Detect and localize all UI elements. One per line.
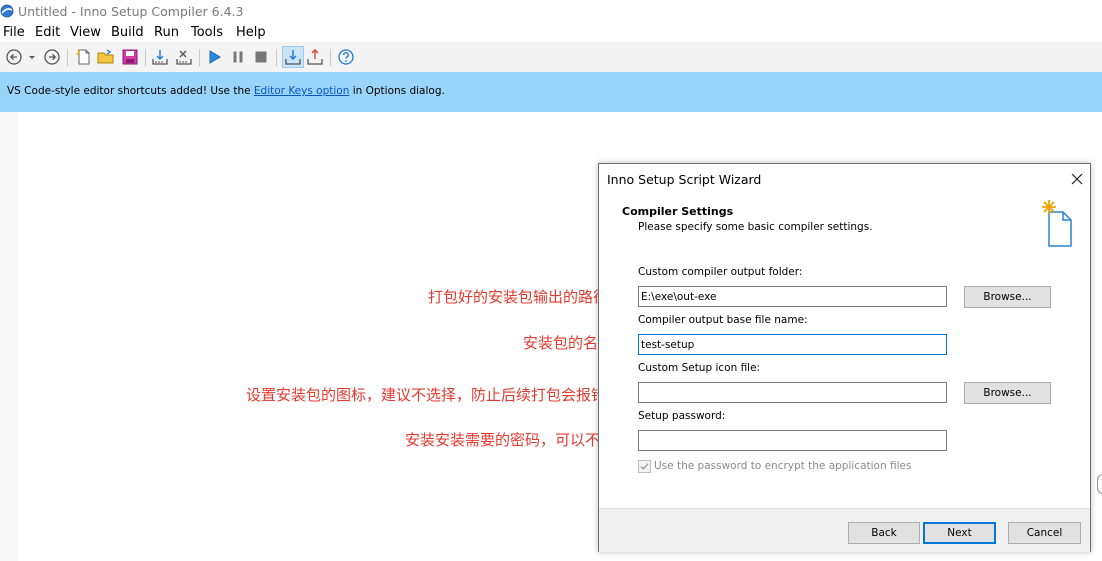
script-wizard-dialog: Inno Setup Script Wizard Compiler Settin… [598, 163, 1091, 552]
offscreen-element-edge [1097, 474, 1102, 494]
history-dropdown-icon[interactable] [25, 47, 39, 67]
annotation-icon-file: 设置安装包的图标，建议不选择，防止后续打包会报错 [246, 386, 607, 404]
help-icon[interactable] [336, 47, 356, 67]
checkmark-icon [640, 463, 649, 470]
output-folder-label: Custom compiler output folder: [638, 266, 803, 278]
output-folder-input[interactable] [638, 286, 947, 307]
back-button[interactable]: Back [848, 522, 920, 544]
encrypt-checkbox-label: Use the password to encrypt the applicat… [654, 460, 912, 472]
menu-view[interactable]: View [70, 25, 101, 40]
open-folder-icon[interactable] [96, 47, 116, 67]
run-icon[interactable] [204, 47, 224, 67]
icon-file-label: Custom Setup icon file: [638, 362, 761, 374]
terminate-icon[interactable] [251, 47, 271, 67]
banner-text-after: in Options dialog. [349, 85, 445, 97]
target-uninstall-icon[interactable] [305, 47, 325, 67]
menu-tools[interactable]: Tools [191, 25, 223, 40]
wizard-heading: Compiler Settings [622, 205, 734, 218]
menu-edit[interactable]: Edit [35, 25, 60, 40]
inno-setup-app-icon [0, 4, 14, 18]
forward-icon[interactable] [42, 47, 62, 67]
toolbar-separator [67, 49, 68, 66]
toolbar-separator [145, 49, 146, 66]
stop-compile-icon[interactable] [174, 47, 194, 67]
menu-help[interactable]: Help [236, 25, 266, 40]
toolbar-separator [330, 49, 331, 66]
annotation-password: 安装安装需要的密码，可以不写 [405, 431, 616, 449]
browse-icon-file-button[interactable]: Browse... [964, 382, 1051, 404]
editor-keys-link[interactable]: Editor Keys option [254, 85, 349, 97]
next-button[interactable]: Next [923, 522, 996, 544]
browse-output-folder-button[interactable]: Browse... [964, 286, 1051, 308]
wizard-document-icon [1042, 200, 1072, 247]
password-input[interactable] [638, 430, 947, 451]
menu-build[interactable]: Build [111, 25, 144, 40]
pause-icon[interactable] [228, 47, 248, 67]
base-name-input[interactable] [638, 334, 947, 355]
annotation-output-folder: 打包好的安装包输出的路径 [428, 288, 609, 306]
save-icon[interactable] [120, 47, 140, 67]
toolbar [0, 42, 1102, 72]
menu-bar: File Edit View Build Run Tools Help [0, 23, 1102, 42]
password-label: Setup password: [638, 410, 726, 422]
menu-file[interactable]: File [3, 25, 25, 40]
cancel-button[interactable]: Cancel [1008, 522, 1081, 544]
wizard-subheading: Please specify some basic compiler setti… [638, 221, 873, 233]
toolbar-separator [199, 49, 200, 66]
wizard-button-bar: Back Next Cancel [599, 508, 1090, 552]
back-icon[interactable] [4, 47, 24, 67]
window-title: Untitled - Inno Setup Compiler 6.4.3 [18, 4, 244, 19]
encrypt-checkbox[interactable] [638, 460, 651, 473]
title-bar: Untitled - Inno Setup Compiler 6.4.3 [0, 0, 1102, 23]
wizard-title: Inno Setup Script Wizard [607, 172, 762, 187]
close-icon[interactable] [1067, 169, 1087, 189]
menu-run[interactable]: Run [154, 25, 179, 40]
banner-message: VS Code-style editor shortcuts added! Us… [7, 85, 445, 97]
target-setup-icon[interactable] [282, 46, 304, 68]
editor-gutter [0, 112, 18, 561]
icon-file-input[interactable] [638, 382, 947, 403]
compile-icon[interactable] [150, 47, 170, 67]
info-banner: VS Code-style editor shortcuts added! Us… [0, 72, 1102, 112]
banner-text-before: VS Code-style editor shortcuts added! Us… [7, 85, 254, 97]
new-file-icon[interactable] [74, 47, 94, 67]
base-name-label: Compiler output base file name: [638, 314, 808, 326]
toolbar-separator [276, 49, 277, 66]
